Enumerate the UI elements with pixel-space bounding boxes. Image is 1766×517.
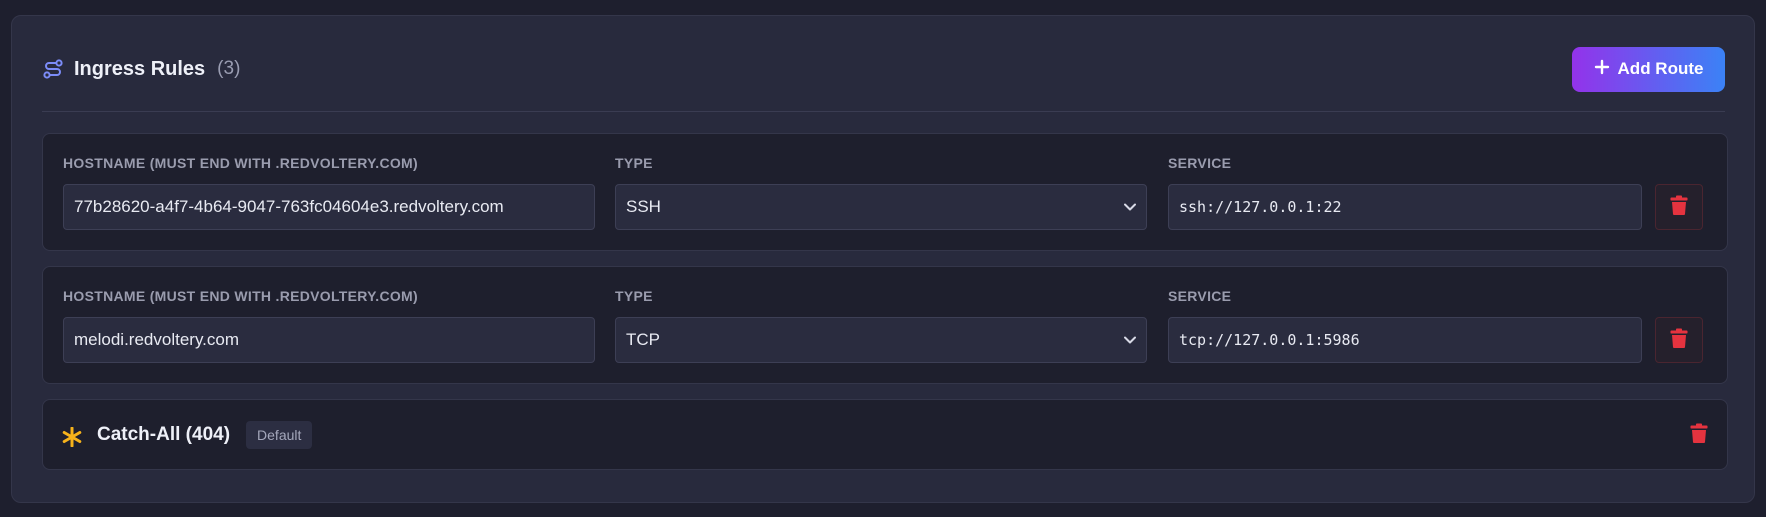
panel-title-group: Ingress Rules (3): [42, 58, 240, 81]
trash-icon: [1670, 195, 1688, 220]
rule-count: (3): [217, 58, 241, 79]
hostname-field-group: HOSTNAME (MUST END WITH .REDVOLTERY.COM)…: [63, 154, 595, 230]
page-title: Ingress Rules: [74, 57, 206, 80]
type-select-value: TCP: [626, 330, 660, 349]
hostname-label: HOSTNAME (MUST END WITH .REDVOLTERY.COM): [63, 155, 418, 171]
type-field-group: TYPE TCP: [615, 287, 1147, 363]
route-icon: [42, 58, 64, 80]
add-route-label: Add Route: [1617, 59, 1704, 78]
panel-header: Ingress Rules (3) Add Route: [42, 46, 1725, 92]
hostname-input[interactable]: melodi.redvoltery.com: [63, 317, 595, 363]
service-field-group: SERVICE tcp://127.0.0.1:5986: [1168, 287, 1642, 363]
service-label: SERVICE: [1168, 288, 1232, 304]
service-input[interactable]: tcp://127.0.0.1:5986: [1168, 317, 1642, 363]
trash-icon: [1670, 328, 1688, 353]
add-route-button[interactable]: Add Route: [1572, 46, 1725, 92]
trash-icon: [1690, 423, 1708, 448]
hostname-field-group: HOSTNAME (MUST END WITH .REDVOLTERY.COM)…: [63, 287, 595, 363]
service-field-group: SERVICE ssh://127.0.0.1:22: [1168, 154, 1642, 230]
service-input[interactable]: ssh://127.0.0.1:22: [1168, 184, 1642, 230]
type-select-value: SSH: [626, 197, 661, 216]
chevron-down-icon: [1124, 203, 1136, 211]
catch-all-title: Catch-All (404): [97, 423, 231, 445]
type-select[interactable]: TCP: [615, 317, 1147, 363]
delete-catch-all-button[interactable]: [1686, 422, 1712, 448]
type-label: TYPE: [615, 288, 653, 304]
hostname-label: HOSTNAME (MUST END WITH .REDVOLTERY.COM): [63, 288, 418, 304]
asterisk-icon: [61, 423, 83, 453]
type-field-group: TYPE SSH: [615, 154, 1147, 230]
service-label: SERVICE: [1168, 155, 1232, 171]
type-label: TYPE: [615, 155, 653, 171]
catch-all-rule: Catch-All (404) Default: [42, 399, 1728, 470]
chevron-down-icon: [1124, 336, 1136, 344]
ingress-rule: HOSTNAME (MUST END WITH .REDVOLTERY.COM)…: [42, 266, 1728, 384]
default-badge: Default: [246, 420, 313, 449]
ingress-rule: HOSTNAME (MUST END WITH .REDVOLTERY.COM)…: [42, 133, 1728, 251]
delete-rule-button[interactable]: [1655, 184, 1703, 230]
plus-icon: [1594, 59, 1610, 80]
delete-rule-button[interactable]: [1655, 317, 1703, 363]
type-select[interactable]: SSH: [615, 184, 1147, 230]
hostname-input[interactable]: 77b28620-a4f7-4b64-9047-763fc04604e3.red…: [63, 184, 595, 230]
header-divider: [42, 111, 1725, 112]
ingress-rules-panel: Ingress Rules (3) Add Route HOSTNAME (MU…: [11, 15, 1755, 503]
